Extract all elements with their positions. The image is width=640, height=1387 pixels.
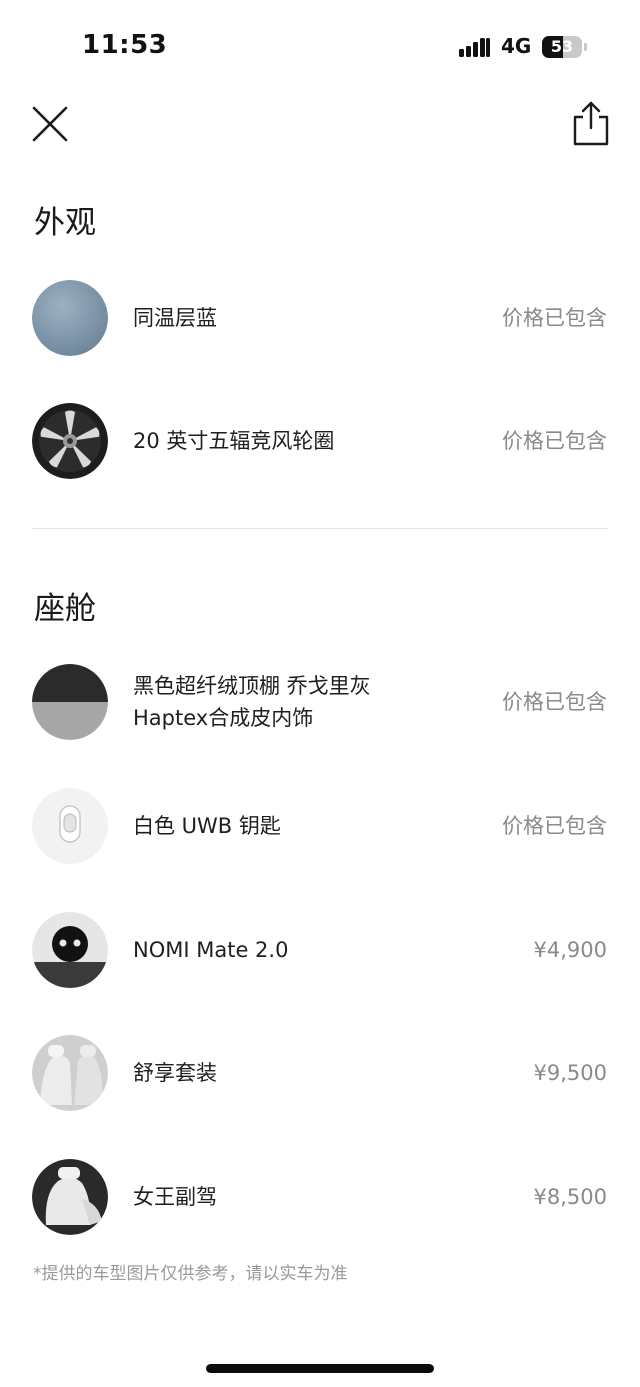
- close-button[interactable]: [30, 104, 70, 144]
- item-name-line1: 黑色超纤绒顶棚 乔戈里灰: [133, 674, 371, 698]
- item-price: 价格已包含: [502, 306, 607, 330]
- queen-seat-icon: [32, 1159, 108, 1235]
- disclaimer-text: *提供的车型图片仅供参考，请以实车为准: [33, 1264, 348, 1284]
- home-indicator[interactable]: [206, 1364, 434, 1373]
- uwb-key-icon: [32, 788, 108, 864]
- section-title-cabin: 座舱: [34, 591, 96, 627]
- item-name: NOMI Mate 2.0: [133, 938, 289, 962]
- item-name: 女王副驾: [133, 1185, 217, 1209]
- seat-package-icon: [32, 1035, 108, 1111]
- share-button[interactable]: [571, 100, 611, 146]
- item-price: ¥4,900: [533, 938, 607, 962]
- signal-icon: [459, 37, 491, 57]
- battery-level: 53: [550, 37, 574, 56]
- battery-cap: [584, 43, 587, 51]
- list-item-uwb-key[interactable]: 白色 UWB 钥匙 价格已包含: [0, 788, 640, 868]
- share-icon: [573, 101, 609, 146]
- list-item-nomi[interactable]: NOMI Mate 2.0 ¥4,900: [0, 912, 640, 992]
- close-icon: [32, 106, 68, 142]
- blue-paint-swatch-icon: [32, 280, 108, 356]
- list-item-queen-seat[interactable]: 女王副驾 ¥8,500: [0, 1159, 640, 1239]
- nomi-robot-icon: [32, 912, 108, 988]
- item-price: 价格已包含: [502, 690, 607, 714]
- section-divider: [32, 528, 608, 529]
- wheel-rim-icon: [32, 403, 108, 479]
- list-item-comfort-package[interactable]: 舒享套装 ¥9,500: [0, 1035, 640, 1115]
- item-price: ¥9,500: [533, 1061, 607, 1085]
- battery-icon: 53: [542, 36, 582, 58]
- item-price: 价格已包含: [502, 814, 607, 838]
- item-name: 舒享套装: [133, 1061, 217, 1085]
- interior-swatch-icon: [32, 664, 108, 740]
- list-item-interior[interactable]: 黑色超纤绒顶棚 乔戈里灰 Haptex合成皮内饰 价格已包含: [0, 664, 640, 744]
- item-price: ¥8,500: [533, 1185, 607, 1209]
- network-type: 4G: [501, 34, 532, 58]
- section-title-exterior: 外观: [34, 205, 96, 241]
- item-name-line2: Haptex合成皮内饰: [133, 706, 314, 730]
- item-name: 白色 UWB 钥匙: [133, 814, 281, 838]
- status-bar: 11:53 4G 53: [0, 0, 640, 95]
- list-item-paint[interactable]: 同温层蓝 价格已包含: [0, 280, 640, 360]
- status-time: 11:53: [82, 30, 168, 60]
- item-name: 20 英寸五辐竞风轮圈: [133, 429, 335, 453]
- item-name: 同温层蓝: [133, 306, 217, 330]
- list-item-wheel[interactable]: 20 英寸五辐竞风轮圈 价格已包含: [0, 403, 640, 483]
- item-price: 价格已包含: [502, 429, 607, 453]
